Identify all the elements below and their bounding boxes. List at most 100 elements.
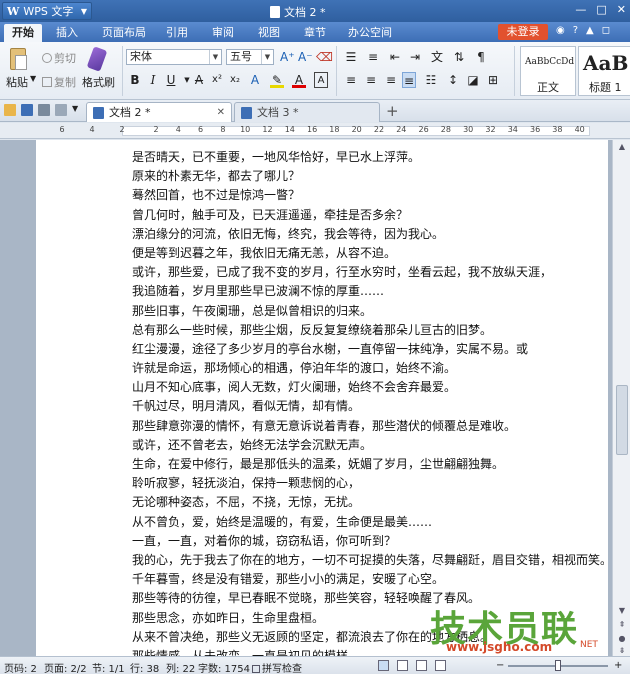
strikethrough-icon[interactable]: A [192,72,206,88]
text-effect-icon[interactable]: A [248,72,262,88]
paste-button[interactable]: 粘贴 [6,74,28,90]
font-color-icon[interactable]: A [292,72,306,88]
highlight-icon[interactable]: ✎ [270,72,284,88]
text-line[interactable]: 许就是命运，那场倾心的相遇，停泊年华的渡口，始终不渝。 [132,359,604,378]
text-line[interactable]: 千年暮雪，终是没有错爱，那些小小的满足，安暖了心空。 [132,570,604,589]
format-painter-icon[interactable] [86,46,108,72]
justify-icon[interactable]: ≡ [402,72,416,88]
scroll-up-icon[interactable]: ▲ [616,142,628,151]
tab-page-layout[interactable]: 页面布局 [94,24,154,42]
status-section[interactable]: 节: 1/1 [92,660,125,674]
print-icon[interactable] [38,104,50,116]
outline-view-icon[interactable] [397,660,408,671]
spellcheck-toggle[interactable]: 拼写检查 [252,660,302,674]
text-line[interactable]: 那些旧事，午夜阑珊，总是似曾相识的归来。 [132,302,604,321]
status-page-number[interactable]: 页码: 2 [4,660,37,674]
bold-icon[interactable]: B [128,72,142,88]
text-line[interactable]: 蓦然回首，也不过是惊鸿一瞥？ [132,186,604,205]
web-view-icon[interactable] [416,660,427,671]
underline-icon[interactable]: U [164,72,178,88]
align-left-icon[interactable]: ≡ [344,72,358,88]
chevron-down-icon[interactable]: ▼ [30,74,36,83]
align-right-icon[interactable]: ≡ [384,72,398,88]
style-normal[interactable]: AaBbCcDd 正文 [520,46,576,96]
borders-icon[interactable]: ⊞ [486,72,500,88]
tab-home[interactable]: 开始 [4,24,42,42]
char-border-icon[interactable]: A [314,72,328,88]
text-line[interactable]: 千帆过尽，明月清风，看似无情，却有情。 [132,397,604,416]
open-folder-icon[interactable] [4,104,16,116]
grow-font-icon[interactable]: A⁺ [280,49,295,65]
new-tab-icon[interactable]: + [386,102,399,120]
horizontal-ruler[interactable]: 6 4 2 2 4 6 8 10 12 14 16 18 20 22 24 26 28 30 32 34 36 38 40 [0,123,630,139]
chevron-up-icon[interactable]: ▲ [586,25,594,36]
shrink-font-icon[interactable]: A⁻ [298,49,313,65]
page-view-icon[interactable] [378,660,389,671]
text-line[interactable]: 聆听寂寥，轻抚淡泊，保持一颗悲悯的心， [132,474,604,493]
line-spacing-icon[interactable]: ↕ [446,72,460,88]
text-line[interactable]: 红尘漫漫，途径了多少岁月的亭台水榭，一直停留一抹纯净，实属不易。或 [132,340,604,359]
previous-page-icon[interactable]: ⇞ [616,620,628,629]
text-line[interactable]: 那些肆意弥漫的情怀，有意无意诉说着青春，那些潜伏的倾覆总是难收。 [132,417,604,436]
superscript-icon[interactable]: x² [210,72,224,88]
text-line[interactable]: 漂泊缘分的河流，依旧无悔，终究，我会等待，因为我心。 [132,225,604,244]
text-line[interactable]: 或许，还不曾老去，始终无法学会沉默无声。 [132,436,604,455]
status-word-count[interactable]: 字数: 1754 [198,660,250,674]
close-tab-icon[interactable]: ✕ [217,103,225,122]
subscript-icon[interactable]: x₂ [228,72,242,88]
show-marks-icon[interactable]: ¶ [474,49,488,65]
text-line[interactable]: 生命，在爱中修行，最是那低头的温柔，妩媚了岁月，尘世翩翩独舞。 [132,455,604,474]
tab-references[interactable]: 引用 [158,24,196,42]
align-center-icon[interactable]: ≡ [364,72,378,88]
decrease-indent-icon[interactable]: ⇤ [388,49,402,65]
skin-icon[interactable]: ◉ [556,25,565,36]
document-body[interactable]: 是否晴天，已不重要，一地风华恰好，早已水上浮萍。 原来的朴素无华，都去了哪儿？ 蓦然… [132,148,604,656]
app-menu-button[interactable]: W WPS 文字 ▼ [2,2,92,20]
vertical-scrollbar[interactable]: ▲ ▼ ⇞ ● ⇟ [612,140,630,656]
paste-icon[interactable] [10,48,27,70]
text-line[interactable]: 我追随着，岁月里那些早已波澜不惊的厚重…… [132,282,604,301]
scroll-down-icon[interactable]: ▼ [616,606,628,615]
status-column[interactable]: 列: 22 [166,660,195,674]
zoom-out-icon[interactable]: − [496,660,504,671]
text-line[interactable]: 是否晴天，已不重要，一地风华恰好，早已水上浮萍。 [132,148,604,167]
clear-format-icon[interactable]: ⌫ [316,49,333,65]
sort-icon[interactable]: ⇅ [452,49,466,65]
zoom-slider-handle[interactable] [555,660,561,671]
chinese-layout-icon[interactable]: 文 [430,49,444,65]
reading-view-icon[interactable] [435,660,446,671]
chevron-down-icon[interactable]: ▼ [72,104,80,116]
cut-button[interactable]: 剪切 [42,50,76,66]
text-line[interactable]: 便是等到迟暮之年，我依旧无痛无恙，从容不迫。 [132,244,604,263]
close-button[interactable]: ✕ [617,3,626,16]
tab-view[interactable]: 视图 [250,24,288,42]
tab-review[interactable]: 审阅 [204,24,242,42]
text-line[interactable]: 从不曾负，爱，始终是温暖的，有爱，生命便是最美…… [132,513,604,532]
maximize-button[interactable]: □ [596,3,606,16]
text-line[interactable]: 山月不知心底事，阅人无数，灯火阑珊，始终不会舍弃最爱。 [132,378,604,397]
distribute-icon[interactable]: ☷ [424,72,438,88]
numbered-list-icon[interactable]: ≡ [366,49,380,65]
zoom-in-icon[interactable]: + [614,660,622,671]
doc-tab-2[interactable]: 文档 2 * ✕ [86,102,232,122]
style-heading-1[interactable]: AaB 标题 1 [578,46,630,96]
tab-chapter[interactable]: 章节 [296,24,334,42]
text-line[interactable]: 一直，一直，对着你的城，窃窃私语，你可听到？ [132,532,604,551]
text-line[interactable]: 曾几何时，触手可及，已天涯遥遥，牵挂是否多余？ [132,206,604,225]
help-icon[interactable]: ? [573,25,578,36]
doc-tab-3[interactable]: 文档 3 * [234,102,380,122]
minimize-button[interactable]: — [575,3,586,16]
document-page[interactable]: 是否晴天，已不重要，一地风华恰好，早已水上浮萍。 原来的朴素无华，都去了哪儿？ 蓦然… [36,140,608,656]
text-line[interactable]: 总有那么一些时候，那些尘烟，反反复复缭绕着那朵儿亘古的旧梦。 [132,321,604,340]
scrollbar-thumb[interactable] [616,385,628,455]
text-line[interactable]: 无论哪种姿态，不屈，不挠，无惊，无扰。 [132,493,604,512]
copy-button[interactable]: 复制 [42,74,76,90]
text-line[interactable]: 原来的朴素无华，都去了哪儿？ [132,167,604,186]
increase-indent-icon[interactable]: ⇥ [408,49,422,65]
next-page-icon[interactable]: ⇟ [616,646,628,655]
status-pages[interactable]: 页面: 2/2 [44,660,87,674]
status-row[interactable]: 行: 38 [130,660,159,674]
bullet-list-icon[interactable]: ☰ [344,49,358,65]
text-line[interactable]: 或许，那些爱，已成了我不变的岁月，行至水穷时，坐看云起，我不放纵天涯， [132,263,604,282]
print-preview-icon[interactable] [55,104,67,116]
